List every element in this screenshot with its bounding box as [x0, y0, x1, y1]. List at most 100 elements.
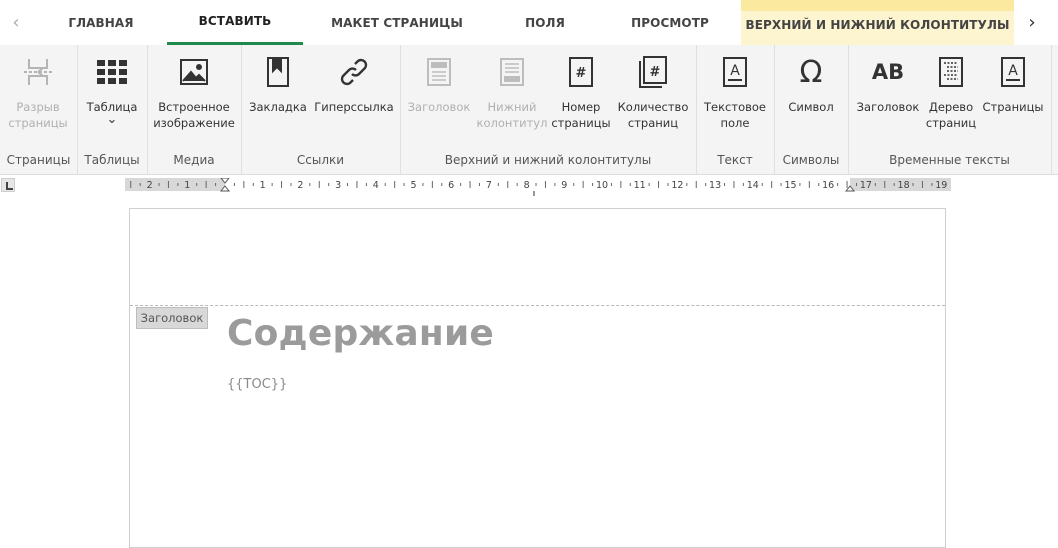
page-count-icon: #	[636, 55, 670, 89]
image-icon	[177, 55, 211, 89]
ruler-label: 1	[260, 180, 266, 191]
toc-placeholder[interactable]: {{TOC}}	[227, 377, 287, 392]
link-icon	[337, 55, 371, 89]
footer-button[interactable]: Нижний колонтитул	[476, 55, 548, 131]
bookmark-button[interactable]: Закладка	[245, 55, 311, 115]
ruler-label: 9	[561, 180, 567, 191]
ruler-label: 17	[860, 180, 872, 191]
pages-label: Страницы	[982, 100, 1044, 114]
tab-insert[interactable]: ВСТАВИТЬ	[167, 0, 303, 45]
tab-home[interactable]: ГЛАВНАЯ	[56, 0, 146, 45]
left-indent-marker[interactable]	[219, 185, 231, 192]
ruler-label: 16	[822, 180, 834, 191]
ruler-label: 2	[147, 180, 153, 191]
hyperlink-button[interactable]: Гиперссылка	[314, 55, 394, 115]
heading-placeholder-button[interactable]: AB Заголовок	[852, 55, 924, 115]
tab-fields[interactable]: ПОЛЯ	[500, 0, 590, 45]
hyperlink-label: Гиперссылка	[314, 100, 394, 114]
ruler-label: 5	[410, 180, 416, 191]
ruler-label: 10	[596, 180, 608, 191]
page-number-button[interactable]: # Номер страницы	[550, 55, 612, 131]
omega-icon: Ω	[799, 54, 823, 90]
group-placeholder-texts: AB Заголовок Дерево страниц A Страницы В…	[848, 45, 1052, 174]
symbol-label: Символ	[788, 100, 834, 114]
tabs-scroll-left-icon[interactable]: ‹	[6, 8, 26, 36]
ruler-label: 12	[671, 180, 683, 191]
page-number-icon: #	[564, 55, 598, 89]
svg-text:A: A	[730, 63, 740, 79]
document-page[interactable]: Заголовок Содержание {{TOC}}	[129, 208, 946, 548]
heading-placeholder-label: Заголовок	[856, 100, 920, 114]
group-placeholder-texts-label: Временные тексты	[889, 153, 1010, 167]
ruler-label: 19	[935, 180, 947, 191]
ruler-label: 8	[524, 180, 530, 191]
group-links-label: Ссылки	[296, 153, 345, 167]
ribbon-toolbar: Разрыв страницы Страницы Таблица ⌄ Табли…	[0, 45, 1058, 175]
svg-text:#: #	[576, 66, 587, 81]
chevron-down-icon[interactable]: ⌄	[107, 113, 118, 126]
first-line-indent-marker[interactable]	[220, 178, 230, 184]
text-box-button[interactable]: A Текстовое поле	[700, 55, 770, 131]
header-separator	[130, 305, 945, 306]
ruler-label: 13	[709, 180, 721, 191]
group-media-label: Медиа	[173, 153, 215, 167]
ruler-scale: 2 1 1 2 3 4 5 6 7 8 9 10 11 12 13 14 15 16 17 18 19	[130, 178, 947, 198]
tab-header-footer[interactable]: ВЕРХНИЙ И НИЖНИЙ КОЛОНТИТУЛЫ	[741, 0, 1014, 45]
page-tree-icon	[934, 55, 968, 89]
tab-view[interactable]: ПРОСМОТР	[618, 0, 722, 45]
page-number-label: Номер страницы	[551, 100, 611, 130]
bookmark-label: Закладка	[249, 100, 307, 114]
ruler-label: 7	[486, 180, 492, 191]
document-title[interactable]: Содержание	[227, 313, 494, 354]
text-box-label: Текстовое поле	[704, 100, 766, 130]
pages-button[interactable]: A Страницы	[980, 55, 1046, 115]
header-button[interactable]: Заголовок	[404, 55, 474, 115]
tab-header-footer-label: ВЕРХНИЙ И НИЖНИЙ КОЛОНТИТУЛЫ	[745, 17, 1010, 32]
group-symbols-label: Символы	[782, 153, 840, 167]
bookmark-icon	[261, 55, 295, 89]
heading-ab-icon: AB	[871, 60, 905, 84]
ruler-label: 4	[373, 180, 379, 191]
inline-image-button[interactable]: Встроенное изображение	[151, 55, 237, 131]
horizontal-ruler[interactable]: 2 1 1 2 3 4 5 6 7 8 9 10 11 12 13 14 15 16 17 18 19	[125, 178, 951, 198]
tab-page-layout[interactable]: МАКЕТ СТРАНИЦЫ	[322, 0, 472, 45]
group-media: Встроенное изображение Медиа	[147, 45, 242, 174]
page-tree-button[interactable]: Дерево страниц	[922, 55, 980, 131]
header-icon	[422, 55, 456, 89]
ruler-label: 6	[448, 180, 454, 191]
header-label: Заголовок	[407, 100, 471, 114]
footer-label: Нижний колонтитул	[476, 100, 548, 130]
svg-text:A: A	[1008, 63, 1018, 79]
group-symbols: Ω Символ Символы	[774, 45, 849, 174]
page-count-label: Количество страниц	[617, 100, 689, 130]
group-pages-label: Страницы	[6, 153, 71, 167]
ruler-label: 2	[297, 180, 303, 191]
pages-icon: A	[996, 55, 1030, 89]
symbol-button[interactable]: Ω Символ	[778, 55, 844, 115]
group-tables: Таблица ⌄ Таблицы	[77, 45, 148, 174]
inline-image-label: Встроенное изображение	[153, 100, 235, 130]
page-break-icon	[21, 55, 55, 89]
svg-text:#: #	[650, 65, 661, 80]
page-count-button[interactable]: # Количество страниц	[614, 55, 692, 131]
group-tables-label: Таблицы	[84, 153, 140, 167]
header-tag: Заголовок	[136, 307, 208, 329]
page-break-label: Разрыв страницы	[8, 100, 68, 130]
ruler-label: 1	[184, 180, 190, 191]
group-pages: Разрыв страницы Страницы	[0, 45, 78, 174]
ruler-label: 11	[634, 180, 646, 191]
page-break-button[interactable]: Разрыв страницы	[2, 55, 74, 131]
group-header-footer-label: Верхний и нижний колонтитулы	[444, 153, 652, 167]
group-header-footer: Заголовок Нижний колонтитул # Номер стра…	[400, 45, 697, 174]
ruler-label: 15	[784, 180, 796, 191]
tab-stop-selector[interactable]	[1, 178, 15, 192]
group-text: A Текстовое поле Текст	[696, 45, 775, 174]
tabs-scroll-right-icon[interactable]: ›	[1022, 8, 1042, 36]
document-canvas: Заголовок Содержание {{TOC}}	[0, 196, 1058, 548]
ruler-label: 3	[335, 180, 341, 191]
text-box-icon: A	[718, 55, 752, 89]
ruler-label: 14	[747, 180, 759, 191]
group-links: Закладка Гиперссылка Ссылки	[241, 45, 401, 174]
table-button[interactable]: Таблица ⌄	[80, 55, 144, 126]
page-tree-label: Дерево страниц	[925, 100, 977, 130]
